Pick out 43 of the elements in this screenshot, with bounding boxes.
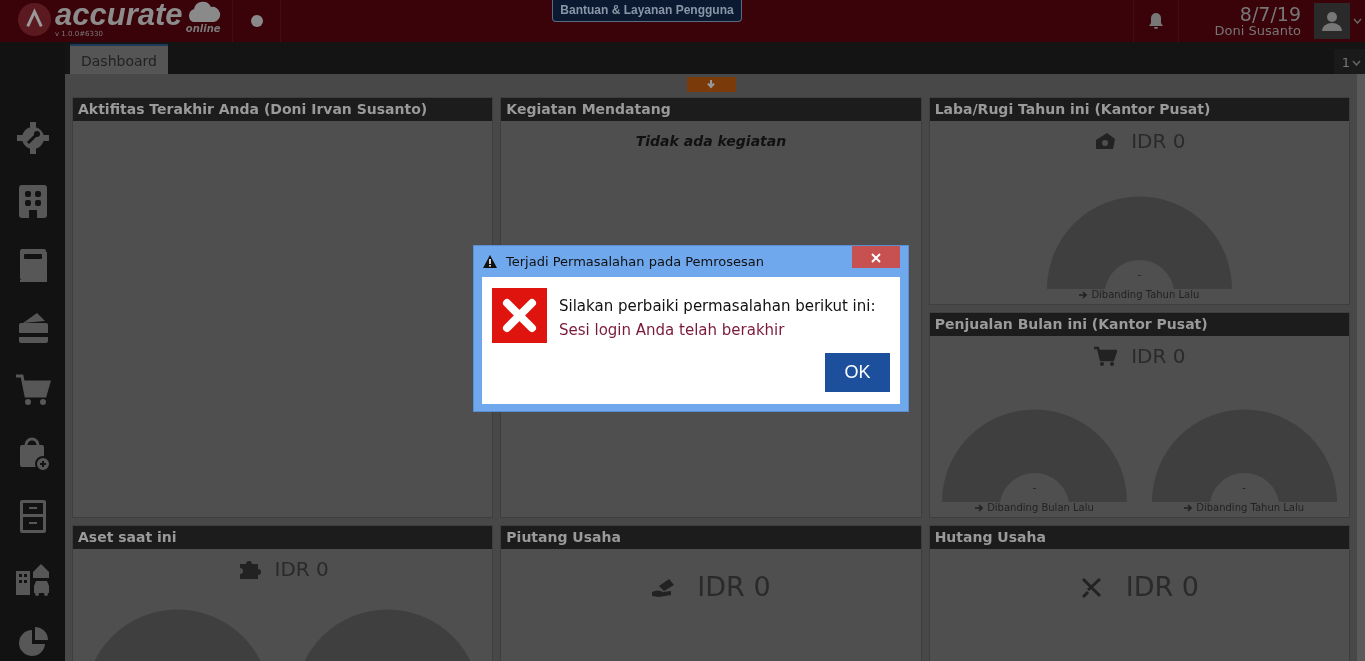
dialog-title: Terjadi Permasalahan pada Pemrosesan bbox=[506, 254, 766, 269]
panel-title: Piutang Usaha bbox=[501, 526, 921, 549]
panel-title: Aset saat ini bbox=[73, 526, 493, 549]
logo-icon bbox=[17, 2, 52, 37]
help-button[interactable]: Bantuan & Layanan Pengguna bbox=[552, 0, 742, 22]
gear-icon[interactable] bbox=[14, 120, 51, 156]
arrow-right-icon bbox=[1184, 503, 1194, 512]
caret-icon bbox=[1352, 59, 1361, 66]
user-name: Doni Susanto bbox=[1214, 24, 1301, 38]
avatar[interactable] bbox=[1314, 3, 1350, 39]
arrow-right-icon bbox=[975, 503, 985, 512]
panel-title: Aktifitas Terakhir Anda (Doni Irvan Susanto) bbox=[73, 98, 493, 121]
panel-title: Laba/Rugi Tahun ini (Kantor Pusat) bbox=[929, 98, 1349, 121]
ok-button[interactable]: OK bbox=[825, 353, 890, 392]
shopping-cart-icon bbox=[1093, 345, 1118, 367]
down-arrow-icon bbox=[706, 80, 716, 89]
empty-message: Tidak ada kegiatan bbox=[635, 133, 787, 149]
dialog-message: Silakan perbaiki permasalahan berikut ini: bbox=[559, 297, 876, 315]
logo-text: accurate bbox=[55, 0, 183, 30]
error-message: Sesi login Anda telah berakhir bbox=[559, 321, 786, 339]
panel-title: Kegiatan Mendatang bbox=[501, 98, 921, 121]
date-text: 8/7/19 bbox=[1239, 4, 1301, 24]
page-number: 1 bbox=[1341, 55, 1350, 70]
close-button[interactable] bbox=[852, 246, 900, 268]
close-icon bbox=[871, 252, 881, 263]
warning-icon bbox=[482, 254, 498, 269]
assets-icon[interactable] bbox=[14, 561, 51, 597]
dot-icon[interactable] bbox=[250, 15, 263, 27]
logo-subtext: online bbox=[185, 24, 221, 34]
scrollbar[interactable] bbox=[1357, 74, 1365, 661]
page-selector[interactable]: 1 bbox=[1333, 49, 1365, 74]
error-icon bbox=[492, 288, 547, 343]
shopping-cart-icon[interactable] bbox=[14, 372, 51, 408]
arrow-right-icon bbox=[1079, 290, 1089, 299]
gauge-value: - bbox=[1242, 482, 1246, 495]
gauge-value: - bbox=[1137, 269, 1142, 282]
caret-icon[interactable] bbox=[1353, 18, 1362, 24]
gauge-value: - bbox=[1032, 482, 1037, 495]
user-silhouette-icon bbox=[1321, 10, 1343, 32]
collapse-toggle-button[interactable] bbox=[686, 77, 736, 92]
panel-title: Penjualan Bulan ini (Kantor Pusat) bbox=[929, 313, 1349, 336]
notification-bell-icon[interactable] bbox=[1148, 12, 1164, 30]
panel-title: Hutang Usaha bbox=[929, 526, 1349, 549]
